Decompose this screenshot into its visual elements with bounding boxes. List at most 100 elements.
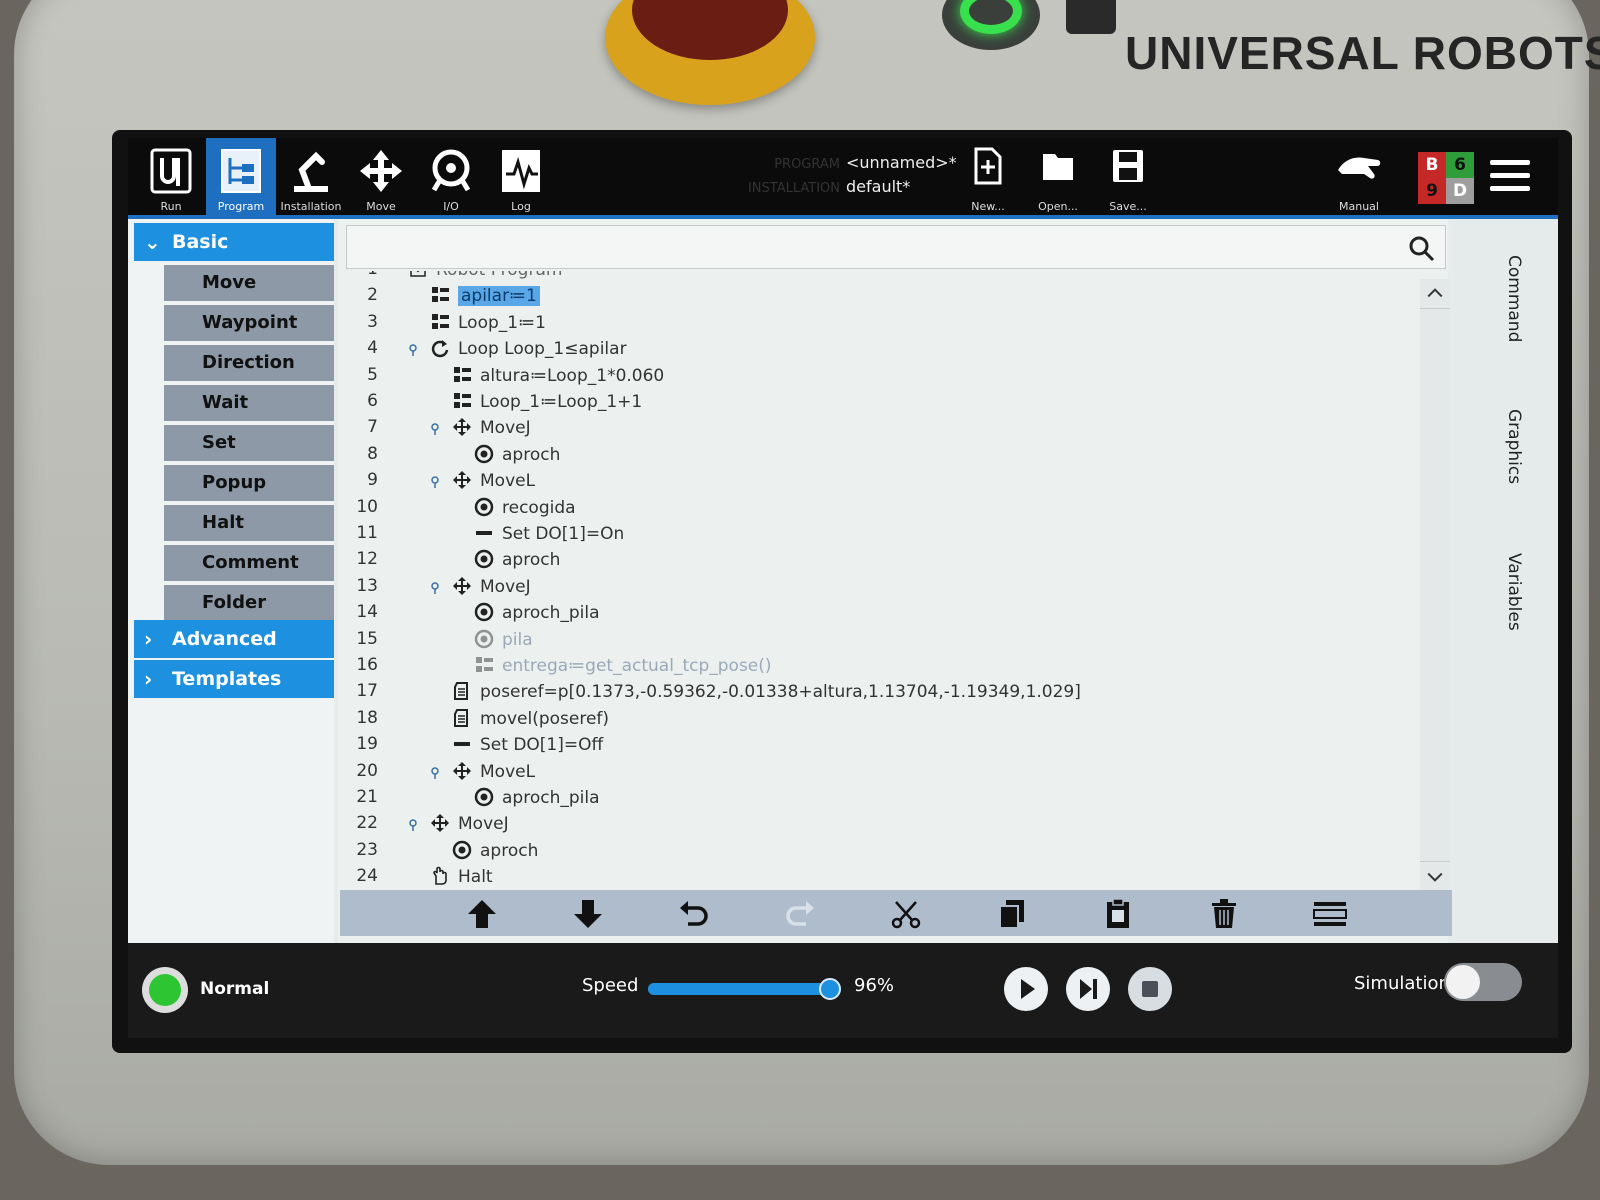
tree-row[interactable]: 8 aproch: [338, 444, 1418, 470]
tree-row[interactable]: 24 Halt: [338, 866, 1418, 892]
speed-slider[interactable]: [648, 978, 842, 1000]
node-expander-icon[interactable]: [430, 582, 440, 594]
basic-item-popup[interactable]: Popup: [164, 465, 334, 501]
mode-manual-button[interactable]: Manual: [1324, 138, 1394, 215]
simulation-toggle[interactable]: [1444, 963, 1522, 1001]
nav-program-button[interactable]: Program: [206, 138, 276, 215]
tree-node[interactable]: Loop_1≔Loop_1+1: [452, 391, 642, 412]
tree-row[interactable]: 13 MoveJ: [338, 576, 1418, 602]
tree-row[interactable]: 12 aproch: [338, 549, 1418, 575]
tree-row[interactable]: 21 aproch_pila: [338, 787, 1418, 813]
play-button[interactable]: [1004, 967, 1048, 1011]
tree-node[interactable]: pila: [474, 629, 533, 650]
scroll-up-icon[interactable]: [1420, 279, 1450, 309]
tree-row[interactable]: 4 Loop Loop_1≤apilar: [338, 338, 1418, 364]
search-icon[interactable]: [1407, 234, 1437, 264]
tree-row[interactable]: 2 apilar≔1: [338, 285, 1418, 311]
move-down-icon[interactable]: [570, 896, 606, 932]
open-program-button[interactable]: Open...: [1023, 138, 1093, 215]
tree-node[interactable]: entrega≔get_actual_tcp_pose(): [474, 655, 772, 676]
tree-row[interactable]: 17 poseref=p[0.1373,-0.59362,-0.01338+alt…: [338, 681, 1418, 707]
search-bar[interactable]: [346, 225, 1446, 269]
tree-row[interactable]: 1 Robot Program: [338, 271, 1418, 285]
tree-node[interactable]: aproch: [474, 444, 560, 465]
tree-row[interactable]: 15 pila: [338, 629, 1418, 655]
tree-node[interactable]: apilar≔1: [430, 285, 540, 307]
basic-item-set[interactable]: Set: [164, 425, 334, 461]
nav-move-button[interactable]: Move: [346, 138, 416, 215]
tree-row[interactable]: 19 Set DO[1]=Off: [338, 734, 1418, 760]
save-program-button[interactable]: Save...: [1093, 138, 1163, 215]
tree-node[interactable]: MoveJ: [452, 417, 531, 438]
robot-status-icon[interactable]: [142, 967, 188, 1013]
speed-slider-handle[interactable]: [819, 978, 842, 1000]
tree-node[interactable]: MoveL: [452, 761, 535, 782]
tree-node[interactable]: MoveL: [452, 470, 535, 491]
tree-node[interactable]: poseref=p[0.1373,-0.59362,-0.01338+altur…: [452, 681, 1081, 702]
category-templates[interactable]: › Templates: [134, 660, 334, 698]
tree-row[interactable]: 23 aproch: [338, 840, 1418, 866]
tab-command[interactable]: Command: [1504, 255, 1524, 342]
tree-node[interactable]: movel(poseref): [452, 708, 609, 729]
tree-row[interactable]: 22 MoveJ: [338, 813, 1418, 839]
basic-item-waypoint[interactable]: Waypoint: [164, 305, 334, 341]
delete-icon[interactable]: [1206, 896, 1242, 932]
tree-row[interactable]: 10 recogida: [338, 497, 1418, 523]
stop-button[interactable]: [1128, 967, 1172, 1011]
tree-node[interactable]: aproch: [452, 840, 538, 861]
tree-row[interactable]: 9 MoveL: [338, 470, 1418, 496]
tree-node[interactable]: recogida: [474, 497, 576, 518]
tree-row[interactable]: 11 Set DO[1]=On: [338, 523, 1418, 549]
category-basic[interactable]: ⌄ Basic: [134, 223, 334, 261]
tree-node[interactable]: altura≔Loop_1*0.060: [452, 365, 664, 386]
tree-row[interactable]: 3 Loop_1≔1: [338, 312, 1418, 338]
step-button[interactable]: [1066, 967, 1110, 1011]
tree-row[interactable]: 16 entrega≔get_actual_tcp_pose(): [338, 655, 1418, 681]
tree-node[interactable]: Set DO[1]=Off: [452, 734, 603, 755]
tree-node[interactable]: aproch: [474, 549, 560, 570]
tree-node[interactable]: Robot Program: [408, 271, 562, 280]
tree-node[interactable]: aproch_pila: [474, 787, 600, 808]
scroll-down-icon[interactable]: [1420, 861, 1450, 891]
cut-icon[interactable]: [888, 896, 924, 932]
nav-run-button[interactable]: Run: [136, 138, 206, 215]
node-expander-icon[interactable]: [430, 766, 440, 779]
copy-icon[interactable]: [994, 896, 1030, 932]
move-up-icon[interactable]: [464, 896, 500, 932]
nav-installation-button[interactable]: Installation: [276, 138, 346, 215]
basic-item-wait[interactable]: Wait: [164, 385, 334, 421]
tab-variables[interactable]: Variables: [1504, 553, 1524, 631]
tree-row[interactable]: 18 movel(poseref): [338, 708, 1418, 734]
category-advanced[interactable]: › Advanced: [134, 620, 334, 658]
tree-node[interactable]: Loop_1≔1: [430, 312, 546, 333]
node-expander-icon[interactable]: [408, 344, 418, 357]
tree-row[interactable]: 7 MoveJ: [338, 417, 1418, 443]
tree-row[interactable]: 6 Loop_1≔Loop_1+1: [338, 391, 1418, 417]
nav-io-button[interactable]: I/O: [416, 138, 486, 215]
node-expander-icon[interactable]: [408, 819, 418, 832]
basic-item-comment[interactable]: Comment: [164, 545, 334, 581]
basic-item-folder[interactable]: Folder: [164, 585, 334, 621]
tree-node[interactable]: Loop Loop_1≤apilar: [430, 338, 627, 359]
hamburger-menu-icon[interactable]: [1490, 160, 1530, 196]
tree-node[interactable]: MoveJ: [452, 576, 531, 597]
tree-node[interactable]: aproch_pila: [474, 602, 600, 623]
tree-scrollbar[interactable]: [1420, 279, 1450, 891]
node-expander-icon[interactable]: [430, 476, 440, 489]
basic-item-move[interactable]: Move: [164, 265, 334, 301]
undo-icon[interactable]: [676, 896, 712, 932]
paste-icon[interactable]: [1100, 896, 1136, 932]
tree-row[interactable]: 5 altura≔Loop_1*0.060: [338, 365, 1418, 391]
tree-row[interactable]: 14 aproch_pila: [338, 602, 1418, 628]
tab-graphics[interactable]: Graphics: [1504, 409, 1524, 484]
basic-item-direction[interactable]: Direction: [164, 345, 334, 381]
basic-item-halt[interactable]: Halt: [164, 505, 334, 541]
suppress-icon[interactable]: [1312, 896, 1348, 932]
tree-node[interactable]: Halt: [430, 866, 493, 887]
nav-log-button[interactable]: Log: [486, 138, 556, 215]
tcp-status-badge[interactable]: B 6 9 D: [1418, 152, 1474, 204]
tree-row[interactable]: 20 MoveL: [338, 761, 1418, 787]
search-input[interactable]: [353, 232, 1393, 262]
node-expander-icon[interactable]: [430, 423, 440, 436]
tree-node[interactable]: Set DO[1]=On: [474, 523, 624, 544]
